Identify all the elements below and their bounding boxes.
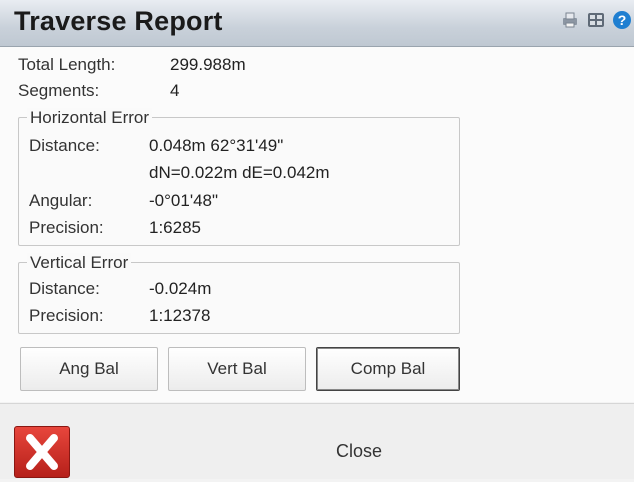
v-distance-value: -0.024m [149,279,212,298]
close-icon[interactable] [14,426,70,478]
vertical-error-group: Vertical Error Distance: -0.024m Precisi… [18,253,460,334]
grid-icon[interactable] [586,10,606,30]
printer-icon[interactable] [560,10,580,30]
v-precision-label: Precision: [29,306,104,325]
h-distance-label: Distance: [29,136,100,155]
h-precision-label: Precision: [29,218,104,237]
h-distance-components: dN=0.022m dE=0.042m [149,163,330,182]
bottom-bar: Close [0,403,634,479]
vert-bal-button[interactable]: Vert Bal [168,347,306,391]
total-length-label: Total Length: [18,55,116,74]
vertical-error-legend: Vertical Error [27,253,132,273]
title-bar: Traverse Report ? [0,0,634,47]
window-title: Traverse Report [14,6,223,36]
close-button[interactable]: Close [336,441,382,462]
total-length-value: 299.988m [170,55,246,74]
v-precision-value: 1:12378 [149,306,211,325]
help-icon[interactable]: ? [612,10,632,30]
h-angular-label: Angular: [29,191,93,210]
title-bar-icons: ? [560,10,632,30]
segments-value: 4 [170,81,180,100]
ang-bal-button[interactable]: Ang Bal [20,347,158,391]
horizontal-error-group: Horizontal Error Distance: 0.048m 62°31'… [18,108,460,246]
svg-text:?: ? [618,12,627,28]
h-distance-value: 0.048m 62°31'49" [149,136,284,155]
horizontal-error-legend: Horizontal Error [27,108,153,128]
h-angular-value: -0°01'48" [149,191,219,210]
h-precision-value: 1:6285 [149,218,201,237]
segments-label: Segments: [18,81,100,100]
v-distance-label: Distance: [29,279,100,298]
comp-bal-button[interactable]: Comp Bal [316,347,460,391]
